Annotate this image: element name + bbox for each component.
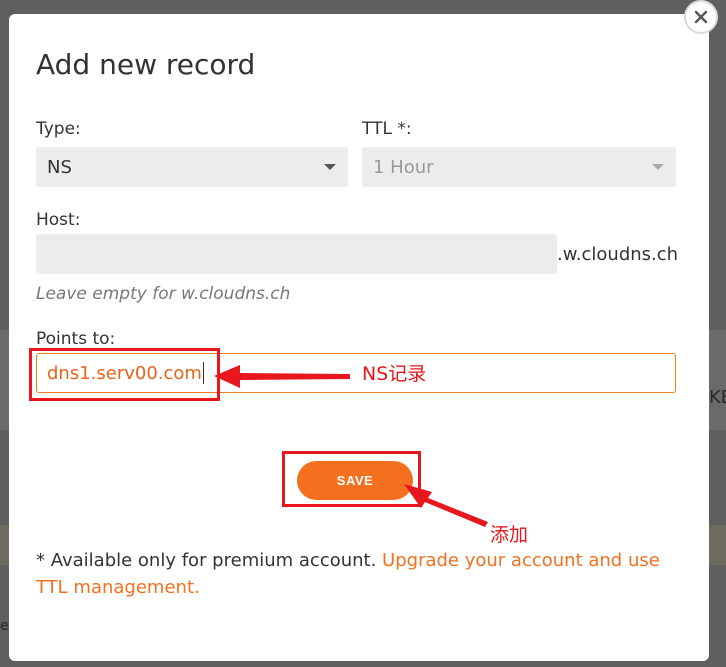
annotation-arrows	[214, 365, 488, 527]
arrow-to-save-button	[404, 484, 488, 527]
arrow-to-points-input	[214, 365, 350, 388]
